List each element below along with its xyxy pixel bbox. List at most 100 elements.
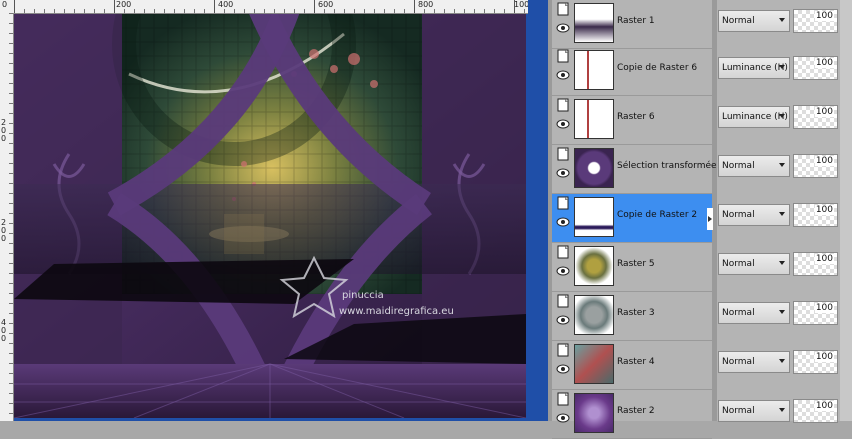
ruler-tick (304, 9, 305, 13)
ruler-major-tick (414, 0, 415, 13)
ruler-tick (174, 9, 175, 13)
layer-name[interactable]: Raster 3 (617, 308, 655, 318)
visibility-eye-icon[interactable] (556, 69, 570, 81)
layer-row[interactable]: Raster 3 (552, 292, 712, 341)
layer-name[interactable]: Raster 1 (617, 16, 655, 26)
opacity-value: 100 (814, 401, 834, 411)
chevron-down-icon (779, 408, 785, 412)
layer-row[interactable]: Sélection transformée (552, 145, 717, 194)
ruler-label: 400 (218, 0, 234, 9)
layer-opacity-field[interactable]: 100 (793, 301, 838, 325)
ruler-tick (464, 9, 465, 13)
horizontal-ruler: 0 200 400 600 800 100 (0, 0, 548, 14)
blend-mode-dropdown[interactable]: Normal (718, 204, 790, 226)
watermark-name: pinuccia (342, 290, 384, 301)
ruler-tick (44, 9, 45, 13)
layer-type-icon (557, 294, 569, 308)
visibility-eye-icon[interactable] (556, 216, 570, 228)
ruler-major-tick (114, 0, 115, 13)
visibility-eye-icon[interactable] (556, 167, 570, 179)
blend-mode-label: Normal (722, 259, 755, 269)
layer-thumbnail[interactable] (574, 197, 614, 237)
chevron-down-icon (779, 212, 785, 216)
ruler-tick (9, 303, 13, 304)
layer-row[interactable]: Copie de Raster 6 (552, 47, 712, 96)
layer-opacity-field[interactable]: 100 (793, 56, 838, 80)
blend-mode-dropdown[interactable]: Normal (718, 155, 790, 177)
ruler-tick (154, 9, 155, 13)
ruler-tick (94, 9, 95, 13)
layer-type-icon (557, 49, 569, 63)
layer-name[interactable]: Raster 5 (617, 259, 655, 269)
ruler-label: 800 (418, 0, 434, 9)
layer-name[interactable]: Copie de Raster 2 (617, 210, 697, 220)
layer-row[interactable]: Raster 2 (552, 390, 712, 439)
ruler-tick (9, 233, 13, 234)
layer-thumbnail[interactable] (574, 99, 614, 139)
layer-opacity-field[interactable]: 100 (793, 350, 838, 374)
blend-mode-dropdown[interactable]: Normal (718, 10, 790, 32)
ruler-tick (394, 9, 395, 13)
layer-row[interactable]: Raster 5 (552, 243, 712, 292)
ruler-tick (34, 9, 35, 13)
opacity-value: 100 (814, 205, 834, 215)
ruler-tick (9, 143, 13, 144)
layer-name[interactable]: Copie de Raster 6 (617, 63, 697, 73)
layer-row[interactable]: Raster 1 (552, 0, 712, 49)
layer-thumbnail[interactable] (574, 393, 614, 433)
layer-thumbnail[interactable] (574, 295, 614, 335)
layer-name[interactable]: Raster 2 (617, 406, 655, 416)
canvas-vertical-scrollbar[interactable] (528, 0, 548, 421)
visibility-eye-icon[interactable] (556, 265, 570, 277)
ruler-tick (9, 63, 13, 64)
blend-mode-dropdown[interactable]: Normal (718, 351, 790, 373)
visibility-eye-icon[interactable] (556, 363, 570, 375)
visibility-eye-icon[interactable] (556, 412, 570, 424)
blend-mode-label: Normal (722, 308, 755, 318)
layer-opacity-field[interactable]: 100 (793, 203, 838, 227)
ruler-tick (254, 9, 255, 13)
layer-row[interactable]: Raster 4 (552, 341, 712, 390)
layer-thumbnail[interactable] (574, 344, 614, 384)
layer-thumbnail[interactable] (574, 148, 614, 188)
ruler-tick (9, 133, 13, 134)
layer-name[interactable]: Raster 4 (617, 357, 655, 367)
blend-mode-dropdown[interactable]: Normal (718, 400, 790, 422)
visibility-eye-icon[interactable] (556, 314, 570, 326)
layer-opacity-field[interactable]: 100 (793, 105, 838, 129)
ruler-tick (264, 9, 265, 13)
blend-mode-dropdown[interactable]: Normal (718, 253, 790, 275)
ruler-tick (284, 9, 285, 13)
layers-scrollbar[interactable] (840, 0, 852, 421)
blend-mode-dropdown[interactable]: Luminance (H) (718, 106, 790, 128)
layer-opacity-field[interactable]: 100 (793, 399, 838, 423)
ruler-tick (9, 43, 13, 44)
layer-name[interactable]: Sélection transformée (617, 161, 717, 171)
layer-row[interactable]: Copie de Raster 2 (552, 194, 713, 243)
blend-mode-dropdown[interactable]: Luminance (H) (718, 57, 790, 79)
ruler-tick (9, 113, 13, 114)
blend-mode-dropdown[interactable]: Normal (718, 302, 790, 324)
ruler-tick (344, 9, 345, 13)
ruler-tick (9, 13, 13, 14)
document-canvas[interactable]: pinuccia www.maidiregrafica.eu (14, 14, 526, 418)
ruler-tick (9, 183, 13, 184)
layer-opacity-field[interactable]: 100 (793, 9, 838, 33)
ruler-tick (9, 373, 13, 374)
ruler-tick (194, 9, 195, 13)
ruler-major-tick (514, 0, 515, 13)
ruler-tick (9, 173, 13, 174)
layer-thumbnail[interactable] (574, 50, 614, 90)
opacity-value: 100 (814, 156, 834, 166)
visibility-eye-icon[interactable] (556, 118, 570, 130)
layer-thumbnail[interactable] (574, 3, 614, 43)
layer-name[interactable]: Raster 6 (617, 112, 655, 122)
opacity-value: 100 (814, 107, 834, 117)
ruler-tick (294, 9, 295, 13)
ruler-tick (244, 9, 245, 13)
visibility-eye-icon[interactable] (556, 22, 570, 34)
layer-opacity-field[interactable]: 100 (793, 154, 838, 178)
layer-thumbnail[interactable] (574, 246, 614, 286)
layer-opacity-field[interactable]: 100 (793, 252, 838, 276)
layer-row[interactable]: Raster 6 (552, 96, 712, 145)
